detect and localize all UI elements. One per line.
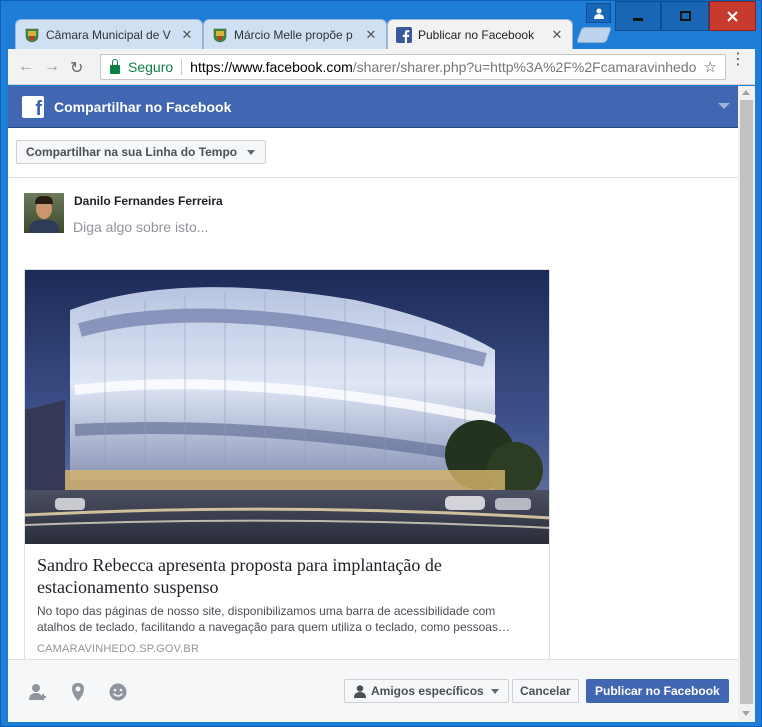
avatar[interactable]: [24, 193, 64, 233]
tab-label: Márcio Melle propõe p: [234, 27, 353, 42]
minimize-button[interactable]: [615, 1, 661, 31]
address-bar: ← → ↻ Seguro https://www.facebook.com/sh…: [8, 49, 755, 85]
dialog-footer: Amigos específicos Cancelar Publicar no …: [8, 659, 738, 722]
link-title[interactable]: Sandro Rebecca apresenta proposta para i…: [37, 554, 537, 598]
tab-camara[interactable]: Câmara Municipal de V ✕: [15, 19, 203, 49]
dialog-header: f Compartilhar no Facebook: [8, 86, 738, 128]
publish-button[interactable]: Publicar no Facebook: [586, 679, 729, 703]
share-dialog-page: f Compartilhar no Facebook Compartilhar …: [8, 86, 755, 722]
forward-arrow-icon[interactable]: →: [44, 58, 60, 76]
divider: [8, 177, 738, 178]
scroll-down-arrow-icon[interactable]: [742, 711, 750, 716]
camara-crest-icon: [213, 28, 227, 42]
close-window-button[interactable]: [709, 1, 756, 31]
dialog-title: Compartilhar no Facebook: [54, 98, 232, 115]
link-domain: CAMARAVINHEDO.SP.GOV.BR: [37, 643, 200, 655]
cancel-button[interactable]: Cancelar: [512, 679, 579, 703]
tab-label: Câmara Municipal de V: [46, 27, 171, 42]
link-preview-card[interactable]: Sandro Rebecca apresenta proposta para i…: [24, 269, 550, 661]
audience-label: Amigos específicos: [371, 684, 484, 698]
scroll-up-arrow-icon[interactable]: [742, 90, 750, 95]
close-icon[interactable]: ✕: [550, 27, 564, 43]
url-path: /sharer/sharer.php?u=http%3A%2F%2Fcamara…: [352, 59, 696, 75]
share-target-label: Compartilhar na sua Linha do Tempo: [26, 145, 238, 159]
tab-label: Publicar no Facebook: [418, 27, 535, 42]
close-icon[interactable]: ✕: [364, 27, 378, 43]
maximize-button[interactable]: [661, 1, 709, 31]
person-icon: [354, 684, 366, 698]
camara-crest-icon: [25, 28, 39, 42]
new-tab-button[interactable]: [576, 27, 612, 43]
post-message-input[interactable]: [73, 217, 673, 237]
header-caret-icon[interactable]: [718, 103, 730, 109]
browser-menu-icon[interactable]: ⋮: [730, 52, 746, 68]
user-name: Danilo Fernandes Ferreira: [74, 194, 223, 208]
chevron-down-icon: [247, 149, 256, 155]
tag-friends-icon[interactable]: [28, 682, 48, 702]
bookmark-star-icon[interactable]: ☆: [704, 58, 717, 76]
link-description: No topo das páginas de nosso site, dispo…: [37, 604, 510, 634]
facebook-logo-icon: f: [22, 95, 44, 120]
close-icon[interactable]: ✕: [180, 27, 194, 43]
url-text[interactable]: https://www.facebook.com/sharer/sharer.p…: [190, 59, 695, 75]
back-arrow-icon[interactable]: ←: [18, 58, 34, 76]
scrollbar-thumb[interactable]: [740, 100, 753, 704]
browser-window: Câmara Municipal de V ✕ Márcio Melle pro…: [0, 0, 762, 727]
url-omnibox[interactable]: Seguro https://www.facebook.com/sharer/s…: [100, 54, 726, 80]
reload-icon[interactable]: ↻: [70, 58, 83, 78]
feeling-emoji-icon[interactable]: [108, 682, 128, 702]
scrollbar[interactable]: [738, 86, 755, 722]
facebook-icon: [396, 26, 412, 43]
lock-icon: [110, 58, 120, 74]
secure-label: Seguro: [128, 59, 174, 75]
url-host: https://www.facebook.com: [190, 59, 353, 75]
link-preview-image: [25, 270, 549, 544]
title-bar: Câmara Municipal de V ✕ Márcio Melle pro…: [1, 1, 761, 49]
share-target-dropdown[interactable]: Compartilhar na sua Linha do Tempo: [16, 140, 267, 164]
user-profile-icon[interactable]: [586, 3, 611, 23]
location-pin-icon[interactable]: [68, 682, 88, 702]
chevron-down-icon: [490, 688, 499, 694]
tab-marcio[interactable]: Márcio Melle propõe p ✕: [203, 19, 387, 49]
tab-publicar[interactable]: Publicar no Facebook ✕: [387, 19, 573, 49]
audience-selector-button[interactable]: Amigos específicos: [344, 679, 509, 703]
omnibox-separator: [181, 59, 183, 75]
